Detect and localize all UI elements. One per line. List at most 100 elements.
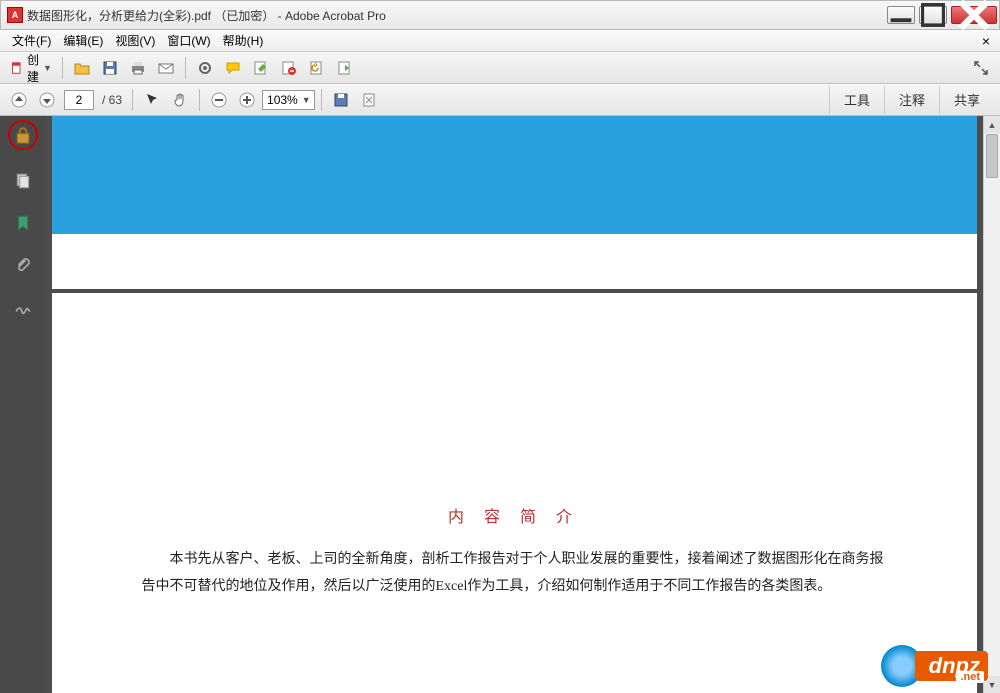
watermark-text-wrap: dnpz .net xyxy=(915,651,988,681)
page-gap xyxy=(52,234,977,289)
scroll-up-button[interactable]: ▲ xyxy=(984,116,1000,133)
page-total-label: / 63 xyxy=(102,93,122,107)
cursor-icon xyxy=(144,92,160,108)
separator xyxy=(199,89,200,111)
window-titlebar: A 数据图形化，分析更给力(全彩).pdf （已加密） - Adobe Acro… xyxy=(0,0,1000,30)
window-controls xyxy=(887,6,997,24)
printer-icon xyxy=(130,60,146,76)
paperclip-icon xyxy=(14,256,32,274)
security-highlight xyxy=(8,120,38,150)
hand-tool-button[interactable] xyxy=(167,88,193,112)
zoom-value: 103% xyxy=(267,93,298,107)
menu-file[interactable]: 文件(F) xyxy=(6,30,57,51)
lock-icon xyxy=(14,126,32,144)
window-title: 数据图形化，分析更给力(全彩).pdf （已加密） - Adobe Acroba… xyxy=(27,7,887,24)
edit-text-button[interactable] xyxy=(248,56,274,80)
section-heading: 内 容 简 介 xyxy=(142,503,887,527)
floppy-disk-icon xyxy=(333,92,349,108)
print-button[interactable] xyxy=(125,56,151,80)
watermark: dnpz .net xyxy=(881,645,988,687)
fullscreen-button[interactable] xyxy=(968,56,994,80)
navigation-panel xyxy=(0,116,45,693)
edit-page-icon xyxy=(253,60,269,76)
attachments-button[interactable] xyxy=(12,254,34,276)
share-panel-button[interactable]: 共享 xyxy=(939,86,994,114)
zoom-out-icon xyxy=(211,92,227,108)
maximize-icon xyxy=(920,2,946,28)
export-page-button[interactable] xyxy=(332,56,358,80)
settings-button[interactable] xyxy=(192,56,218,80)
menu-window[interactable]: 窗口(W) xyxy=(161,30,216,51)
save-button[interactable] xyxy=(97,56,123,80)
fit-page-icon xyxy=(361,92,377,108)
tools-panel-button[interactable]: 工具 xyxy=(829,86,884,114)
app-icon: A xyxy=(7,7,23,23)
menu-edit[interactable]: 编辑(E) xyxy=(57,30,109,51)
workspace: 内 容 简 介 本书先从客户、老板、上司的全新角度，剖析工作报告对于个人职业发展… xyxy=(0,116,1000,693)
signatures-button[interactable] xyxy=(12,296,34,318)
select-tool-button[interactable] xyxy=(139,88,165,112)
bookmark-icon xyxy=(14,214,32,232)
expand-icon xyxy=(973,60,989,76)
body-paragraph: 本书先从客户、老板、上司的全新角度，剖析工作报告对于个人职业发展的重要性，接着阐… xyxy=(142,547,887,600)
scroll-thumb[interactable] xyxy=(986,134,998,178)
speech-bubble-icon xyxy=(225,60,241,76)
page-content: 内 容 简 介 本书先从客户、老板、上司的全新角度，剖析工作报告对于个人职业发展… xyxy=(52,293,977,600)
separator xyxy=(185,57,186,79)
zoom-out-button[interactable] xyxy=(206,88,232,112)
folder-open-icon xyxy=(74,60,90,76)
comment-panel-button[interactable]: 注释 xyxy=(884,86,939,114)
gear-icon xyxy=(197,60,213,76)
menu-help[interactable]: 帮助(H) xyxy=(217,30,270,51)
next-page-button[interactable] xyxy=(34,88,60,112)
fit-page-button[interactable] xyxy=(356,88,382,112)
vertical-scrollbar[interactable]: ▲ ▼ xyxy=(983,116,1000,693)
open-button[interactable] xyxy=(69,56,95,80)
zoom-in-button[interactable] xyxy=(234,88,260,112)
signature-icon xyxy=(14,298,32,316)
page-delete-icon xyxy=(281,60,297,76)
separator xyxy=(62,57,63,79)
toolbar-navigation: / 63 103% ▼ 工具 注释 共享 xyxy=(0,84,1000,116)
security-panel-button[interactable] xyxy=(12,124,34,146)
envelope-icon xyxy=(158,60,174,76)
page-header-band xyxy=(52,116,977,234)
page-thumbnails-button[interactable] xyxy=(12,170,34,192)
close-icon xyxy=(952,0,996,37)
maximize-button[interactable] xyxy=(919,6,947,24)
watermark-subtext: .net xyxy=(956,671,984,683)
chevron-down-icon: ▼ xyxy=(43,63,51,73)
right-tool-panel: 工具 注释 共享 xyxy=(829,86,994,114)
menu-bar: 文件(F) 编辑(E) 视图(V) 窗口(W) 帮助(H) × xyxy=(0,30,1000,52)
bookmarks-button[interactable] xyxy=(12,212,34,234)
create-pdf-icon xyxy=(11,62,23,74)
minimize-icon xyxy=(888,2,914,28)
page-rotate-icon xyxy=(309,60,325,76)
menu-view[interactable]: 视图(V) xyxy=(109,30,161,51)
pdf-page: 内 容 简 介 本书先从客户、老板、上司的全新角度，剖析工作报告对于个人职业发展… xyxy=(52,116,977,693)
page-export-icon xyxy=(337,60,353,76)
page-number-input[interactable] xyxy=(64,90,94,110)
pages-icon xyxy=(14,172,32,190)
prev-page-button[interactable] xyxy=(6,88,32,112)
document-area[interactable]: 内 容 简 介 本书先从客户、老板、上司的全新角度，剖析工作报告对于个人职业发展… xyxy=(45,116,983,693)
close-button[interactable] xyxy=(951,6,997,24)
save-copy-button[interactable] xyxy=(328,88,354,112)
zoom-select[interactable]: 103% ▼ xyxy=(262,90,315,110)
separator xyxy=(321,89,322,111)
email-button[interactable] xyxy=(153,56,179,80)
hand-icon xyxy=(172,92,188,108)
arrow-down-icon xyxy=(39,92,55,108)
rotate-page-button[interactable] xyxy=(304,56,330,80)
floppy-disk-icon xyxy=(102,60,118,76)
create-label: 创建 xyxy=(27,51,39,85)
arrow-up-icon xyxy=(11,92,27,108)
zoom-in-icon xyxy=(239,92,255,108)
create-button[interactable]: 创建 ▼ xyxy=(6,56,56,80)
separator xyxy=(132,89,133,111)
toolbar-primary: 创建 ▼ xyxy=(0,52,1000,84)
delete-page-button[interactable] xyxy=(276,56,302,80)
chevron-down-icon: ▼ xyxy=(302,95,310,105)
comment-button[interactable] xyxy=(220,56,246,80)
minimize-button[interactable] xyxy=(887,6,915,24)
